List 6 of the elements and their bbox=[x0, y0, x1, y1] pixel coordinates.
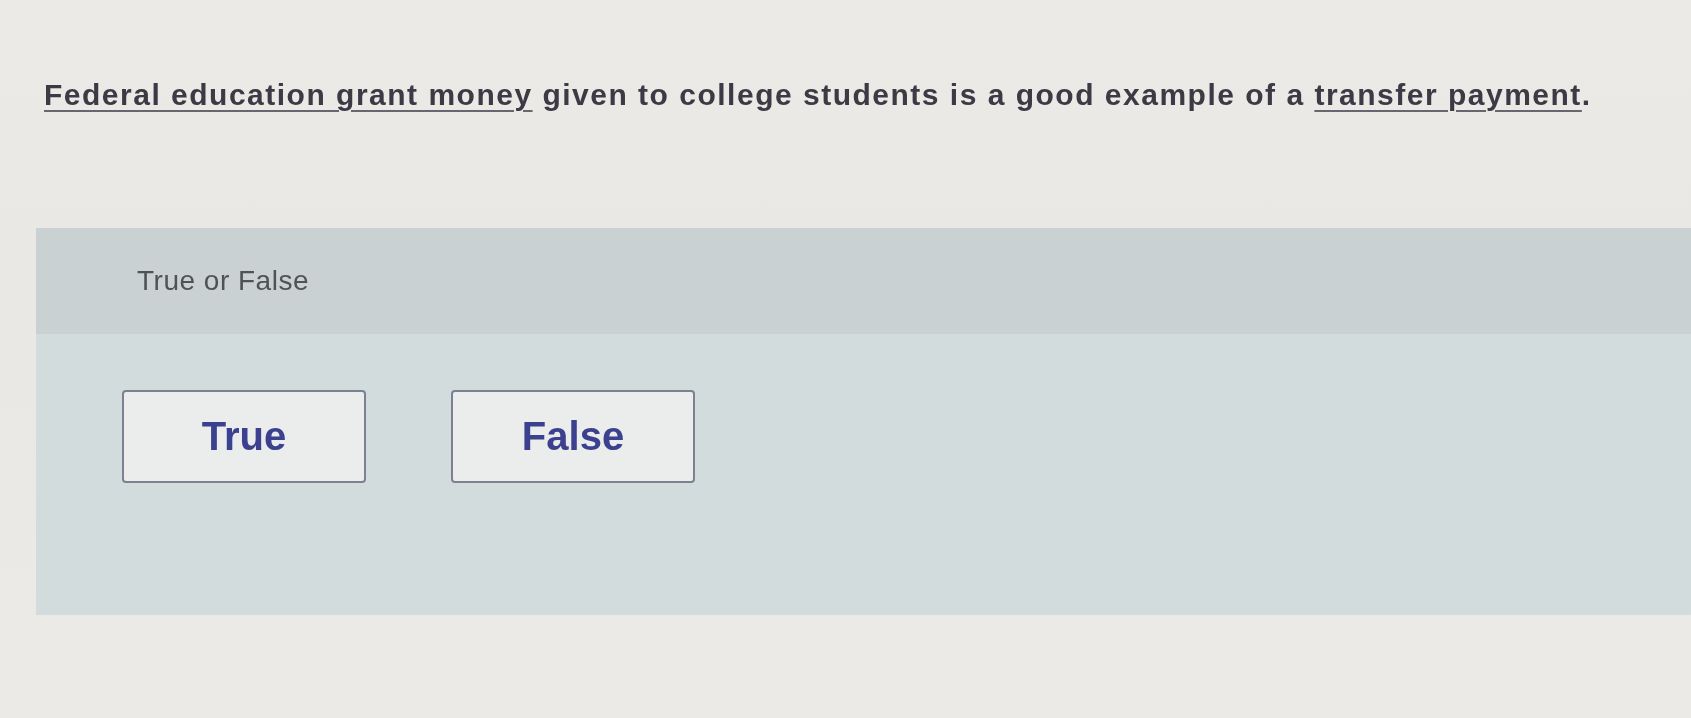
question-text: Federal education grant money given to college students is a good example of a transfer payment. bbox=[44, 77, 1592, 113]
prompt-text: True or False bbox=[137, 265, 309, 297]
glossary-link[interactable]: Federal education grant money bbox=[44, 78, 533, 111]
answer-option[interactable]: False bbox=[451, 390, 695, 483]
answer-option[interactable]: True bbox=[122, 390, 366, 483]
glossary-link[interactable]: transfer payment bbox=[1314, 78, 1582, 111]
